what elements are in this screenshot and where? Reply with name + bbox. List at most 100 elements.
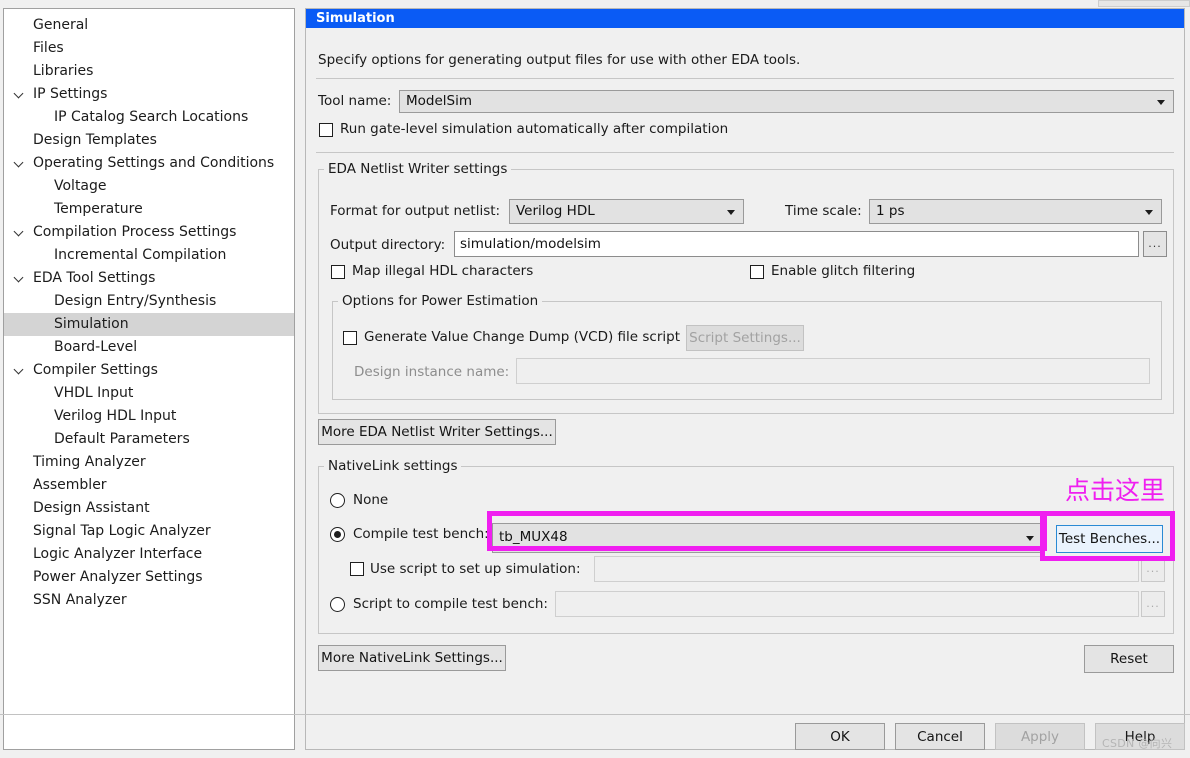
- output-directory-value: simulation/modelsim: [460, 236, 601, 252]
- reset-button[interactable]: Reset: [1084, 645, 1174, 673]
- output-directory-label: Output directory:: [330, 237, 446, 253]
- sidebar-item-vhdl-input[interactable]: VHDL Input: [4, 382, 294, 405]
- top-right-strip: [1098, 0, 1190, 7]
- sidebar-item-operating-settings-and-conditions[interactable]: Operating Settings and Conditions: [4, 152, 294, 175]
- nativelink-group-title: NativeLink settings: [324, 458, 462, 474]
- eda-netlist-writer-group-title: EDA Netlist Writer settings: [324, 161, 512, 177]
- sidebar-item-general[interactable]: General: [4, 14, 294, 37]
- sidebar-item-ip-settings[interactable]: IP Settings: [4, 83, 294, 106]
- sidebar-item-label: IP Settings: [33, 86, 108, 102]
- script-settings-button[interactable]: Script Settings...: [686, 325, 804, 351]
- use-script-setup-input[interactable]: [594, 556, 1139, 582]
- sidebar-item-design-templates[interactable]: Design Templates: [4, 129, 294, 152]
- enable-glitch-filtering-checkbox[interactable]: [750, 265, 764, 279]
- map-illegal-hdl-checkbox[interactable]: [331, 265, 345, 279]
- sidebar-item-label: Power Analyzer Settings: [33, 569, 203, 585]
- sidebar-item-incremental-compilation[interactable]: Incremental Compilation: [4, 244, 294, 267]
- format-output-netlist-label: Format for output netlist:: [330, 203, 501, 219]
- tool-name-combo[interactable]: ModelSim: [399, 90, 1174, 113]
- nativelink-none-label: None: [353, 492, 389, 508]
- run-gate-level-checkbox[interactable]: [319, 123, 333, 137]
- sidebar-item-label: Design Entry/Synthesis: [54, 293, 217, 309]
- sidebar-item-label: Assembler: [33, 477, 107, 493]
- apply-button[interactable]: Apply: [995, 723, 1085, 750]
- more-eda-netlist-writer-settings-label: More EDA Netlist Writer Settings...: [321, 424, 553, 440]
- use-script-setup-browse-button[interactable]: ...: [1141, 556, 1165, 582]
- cancel-label: Cancel: [917, 728, 963, 745]
- chevron-down-icon[interactable]: [11, 152, 27, 175]
- output-directory-browse-button[interactable]: ...: [1143, 231, 1167, 257]
- page-title: Simulation: [306, 9, 1184, 28]
- sidebar-item-label: Signal Tap Logic Analyzer: [33, 523, 211, 539]
- sidebar-item-board-level[interactable]: Board-Level: [4, 336, 294, 359]
- sidebar-item-simulation[interactable]: Simulation: [4, 313, 294, 336]
- sidebar-item-assembler[interactable]: Assembler: [4, 474, 294, 497]
- nativelink-none-radio[interactable]: [330, 493, 345, 508]
- sidebar-item-label: Files: [33, 40, 64, 56]
- time-scale-label: Time scale:: [785, 203, 862, 219]
- sidebar-item-timing-analyzer[interactable]: Timing Analyzer: [4, 451, 294, 474]
- sidebar-item-ssn-analyzer[interactable]: SSN Analyzer: [4, 589, 294, 612]
- format-output-netlist-value: Verilog HDL: [516, 202, 595, 219]
- script-compile-testbench-browse-button[interactable]: ...: [1141, 591, 1165, 617]
- divider-top: [316, 78, 1174, 79]
- reset-label: Reset: [1110, 651, 1148, 667]
- sidebar-item-signal-tap-logic-analyzer[interactable]: Signal Tap Logic Analyzer: [4, 520, 294, 543]
- script-compile-testbench-label: Script to compile test bench:: [353, 596, 548, 612]
- sidebar-item-label: Compiler Settings: [33, 362, 158, 378]
- more-nativelink-settings-label: More NativeLink Settings...: [321, 650, 503, 666]
- panel-description: Specify options for generating output fi…: [318, 52, 801, 68]
- nativelink-compile-testbench-combo[interactable]: tb_MUX48: [492, 523, 1043, 553]
- more-nativelink-settings-button[interactable]: More NativeLink Settings...: [318, 645, 506, 671]
- settings-category-tree[interactable]: General Files Libraries IP Settings IP Catal…: [3, 8, 295, 750]
- format-output-netlist-combo[interactable]: Verilog HDL: [509, 199, 744, 224]
- script-compile-testbench-input[interactable]: [555, 591, 1139, 617]
- output-directory-input[interactable]: simulation/modelsim: [454, 231, 1139, 257]
- cancel-button[interactable]: Cancel: [895, 723, 985, 750]
- sidebar-item-compiler-settings[interactable]: Compiler Settings: [4, 359, 294, 382]
- ellipsis-icon: ...: [1146, 561, 1160, 575]
- sidebar-item-design-assistant[interactable]: Design Assistant: [4, 497, 294, 520]
- chevron-down-icon[interactable]: [11, 359, 27, 382]
- settings-dialog: General Files Libraries IP Settings IP Catal…: [0, 0, 1190, 758]
- sidebar-item-default-parameters[interactable]: Default Parameters: [4, 428, 294, 451]
- sidebar-item-power-analyzer-settings[interactable]: Power Analyzer Settings: [4, 566, 294, 589]
- sidebar-item-eda-tool-settings[interactable]: EDA Tool Settings: [4, 267, 294, 290]
- sidebar-item-temperature[interactable]: Temperature: [4, 198, 294, 221]
- simulation-settings-panel: Simulation Specify options for generatin…: [305, 8, 1185, 750]
- sidebar-item-label: Logic Analyzer Interface: [33, 546, 203, 562]
- generate-vcd-checkbox[interactable]: [343, 331, 357, 345]
- use-script-setup-checkbox[interactable]: [350, 562, 364, 576]
- watermark-text: CSDN @向兴: [1102, 737, 1173, 750]
- chevron-down-icon[interactable]: [11, 221, 27, 244]
- test-benches-button[interactable]: Test Benches...: [1056, 525, 1163, 553]
- design-instance-name-label: Design instance name:: [354, 364, 510, 380]
- chevron-down-icon: [1026, 536, 1034, 541]
- chevron-down-icon[interactable]: [11, 83, 27, 106]
- sidebar-item-design-entry-synthesis[interactable]: Design Entry/Synthesis: [4, 290, 294, 313]
- script-compile-testbench-radio[interactable]: [330, 597, 345, 612]
- sidebar-item-libraries[interactable]: Libraries: [4, 60, 294, 83]
- sidebar-item-compilation-process-settings[interactable]: Compilation Process Settings: [4, 221, 294, 244]
- design-instance-name-input[interactable]: [516, 358, 1150, 384]
- ok-button[interactable]: OK: [795, 723, 885, 750]
- sidebar-item-ip-catalog-search-locations[interactable]: IP Catalog Search Locations: [4, 106, 294, 129]
- sidebar-item-label: Incremental Compilation: [54, 247, 227, 263]
- sidebar-item-files[interactable]: Files: [4, 37, 294, 60]
- sidebar-item-label: Libraries: [33, 63, 94, 79]
- time-scale-combo[interactable]: 1 ps: [869, 199, 1162, 224]
- nativelink-compile-testbench-radio[interactable]: [330, 527, 345, 542]
- sidebar-item-voltage[interactable]: Voltage: [4, 175, 294, 198]
- generate-vcd-label: Generate Value Change Dump (VCD) file sc…: [364, 329, 680, 345]
- run-gate-level-label: Run gate-level simulation automatically …: [340, 121, 729, 137]
- power-estimation-group-title: Options for Power Estimation: [338, 293, 543, 309]
- chevron-down-icon[interactable]: [11, 267, 27, 290]
- tree-list: General Files Libraries IP Settings IP Catal…: [4, 9, 294, 612]
- more-eda-netlist-writer-settings-button[interactable]: More EDA Netlist Writer Settings...: [318, 419, 556, 445]
- tool-name-label: Tool name:: [318, 93, 392, 109]
- time-scale-value: 1 ps: [876, 202, 905, 219]
- sidebar-item-verilog-hdl-input[interactable]: Verilog HDL Input: [4, 405, 294, 428]
- sidebar-item-label: Compilation Process Settings: [33, 224, 237, 240]
- sidebar-item-logic-analyzer-interface[interactable]: Logic Analyzer Interface: [4, 543, 294, 566]
- test-benches-label: Test Benches...: [1058, 531, 1161, 547]
